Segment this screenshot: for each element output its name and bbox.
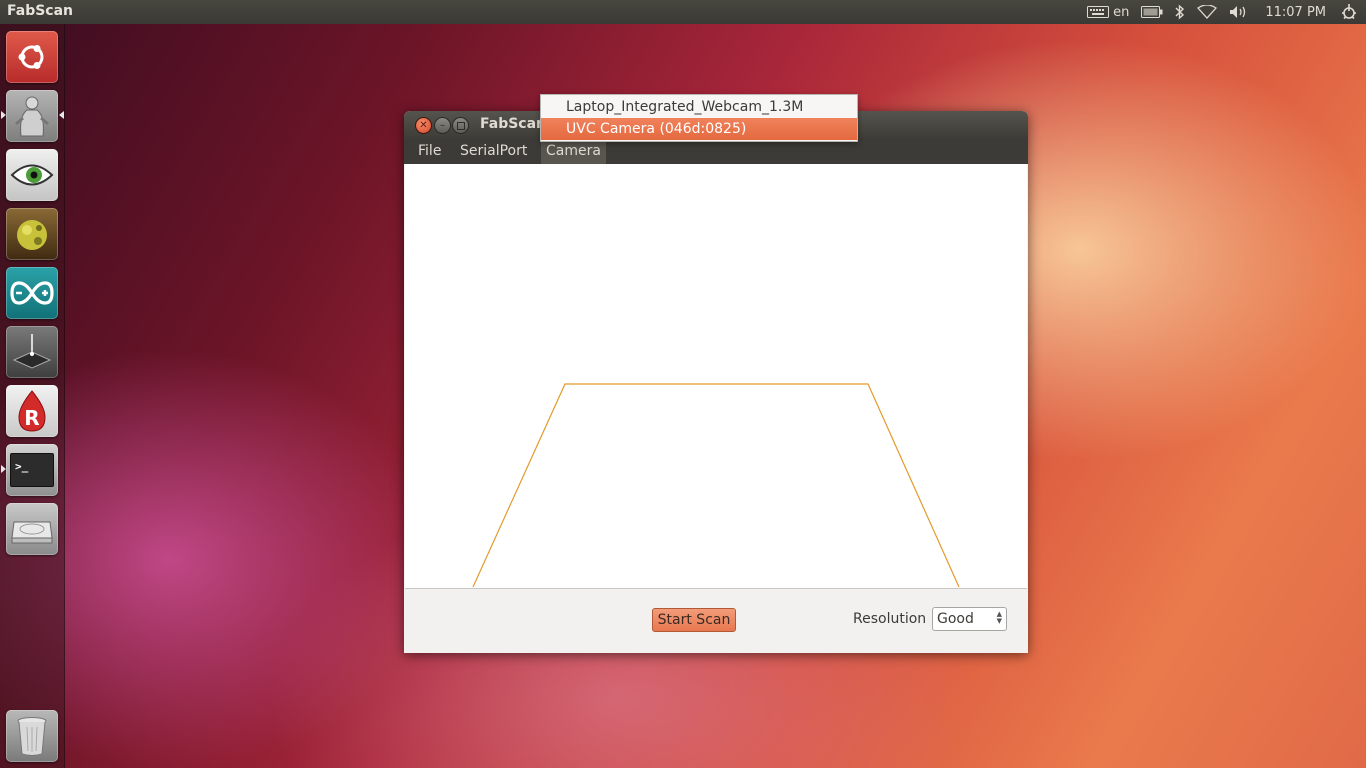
clock[interactable]: 11:07 PM xyxy=(1255,0,1336,24)
launcher: R >_ xyxy=(0,24,65,768)
ubuntu-logo-icon xyxy=(18,45,44,69)
start-scan-button[interactable]: Start Scan xyxy=(652,608,736,632)
launcher-disk-app[interactable] xyxy=(6,503,58,555)
battery-indicator[interactable] xyxy=(1135,0,1169,24)
launcher-sphere-app[interactable] xyxy=(6,208,58,260)
spin-arrows-icon: ▲ ▼ xyxy=(996,610,1002,625)
green-sphere-icon xyxy=(17,220,47,250)
session-menu[interactable] xyxy=(1336,0,1366,24)
minimize-window-button[interactable]: – xyxy=(434,117,451,134)
terminal-icon: >_ xyxy=(10,453,54,487)
top-panel-title: FabScan xyxy=(7,3,74,19)
launcher-r-app[interactable]: R xyxy=(6,385,58,437)
system-tray: en 11:07 PM xyxy=(1081,0,1366,24)
window-title: FabScan xyxy=(480,116,547,132)
launcher-active-indicator xyxy=(59,111,64,119)
menu-camera[interactable]: Camera xyxy=(541,139,606,164)
camera-option-laptop-webcam[interactable]: Laptop_Integrated_Webcam_1.3M xyxy=(541,96,857,118)
bluetooth-indicator[interactable] xyxy=(1169,0,1191,24)
maximize-icon xyxy=(456,121,465,130)
statue-icon xyxy=(15,96,49,137)
svg-text:R: R xyxy=(24,406,39,430)
gear-icon xyxy=(1342,4,1356,20)
resolution-value: Good xyxy=(937,611,974,627)
battery-icon xyxy=(1141,6,1163,18)
laser-device-icon xyxy=(12,334,52,369)
r-drop-icon: R xyxy=(18,390,46,432)
top-panel: FabScan en 11:07 PM xyxy=(0,0,1366,24)
resolution-select[interactable]: Good ▲ ▼ xyxy=(932,607,1007,631)
launcher-trash[interactable] xyxy=(6,710,58,762)
launcher-arduino-app[interactable] xyxy=(6,267,58,319)
fabscan-window: ✕ – FabScan File SerialPort Camera Start… xyxy=(404,111,1028,653)
close-icon: ✕ xyxy=(419,119,428,131)
terminal-glyph: >_ xyxy=(15,460,29,473)
keyboard-icon xyxy=(1087,6,1110,18)
launcher-fabscan-app[interactable] xyxy=(6,90,58,142)
turntable-outline-path xyxy=(472,383,960,588)
trash-icon xyxy=(17,717,47,756)
scan-preview-canvas[interactable] xyxy=(405,164,1027,589)
launcher-eye-app[interactable] xyxy=(6,149,58,201)
keyboard-layout: en xyxy=(1113,4,1130,20)
arduino-icon xyxy=(10,281,54,305)
wifi-icon xyxy=(1197,5,1218,19)
volume-icon xyxy=(1230,6,1246,18)
maximize-window-button[interactable] xyxy=(452,117,469,134)
hard-disk-icon xyxy=(11,521,53,544)
resolution-label: Resolution xyxy=(853,611,927,627)
camera-option-uvc-camera[interactable]: UVC Camera (046d:0825) xyxy=(541,118,857,140)
volume-indicator[interactable] xyxy=(1223,0,1255,24)
keyboard-indicator[interactable]: en xyxy=(1081,0,1135,24)
menu-serialport[interactable]: SerialPort xyxy=(455,139,532,164)
minimize-icon: – xyxy=(440,119,445,131)
bluetooth-icon xyxy=(1175,4,1185,20)
launcher-terminal-app[interactable]: >_ xyxy=(6,444,58,496)
launcher-laser-app[interactable] xyxy=(6,326,58,378)
launcher-dash-home[interactable] xyxy=(6,31,58,83)
wifi-indicator[interactable] xyxy=(1191,0,1223,24)
bottom-controls: Start Scan Resolution Good ▲ ▼ xyxy=(404,589,1028,653)
close-window-button[interactable]: ✕ xyxy=(415,117,432,134)
turntable-outline xyxy=(472,383,960,588)
camera-dropdown-menu: Laptop_Integrated_Webcam_1.3M UVC Camera… xyxy=(540,94,858,142)
menu-file[interactable]: File xyxy=(413,139,446,164)
eye-icon xyxy=(10,164,54,186)
menu-bar: File SerialPort Camera xyxy=(404,139,1028,164)
